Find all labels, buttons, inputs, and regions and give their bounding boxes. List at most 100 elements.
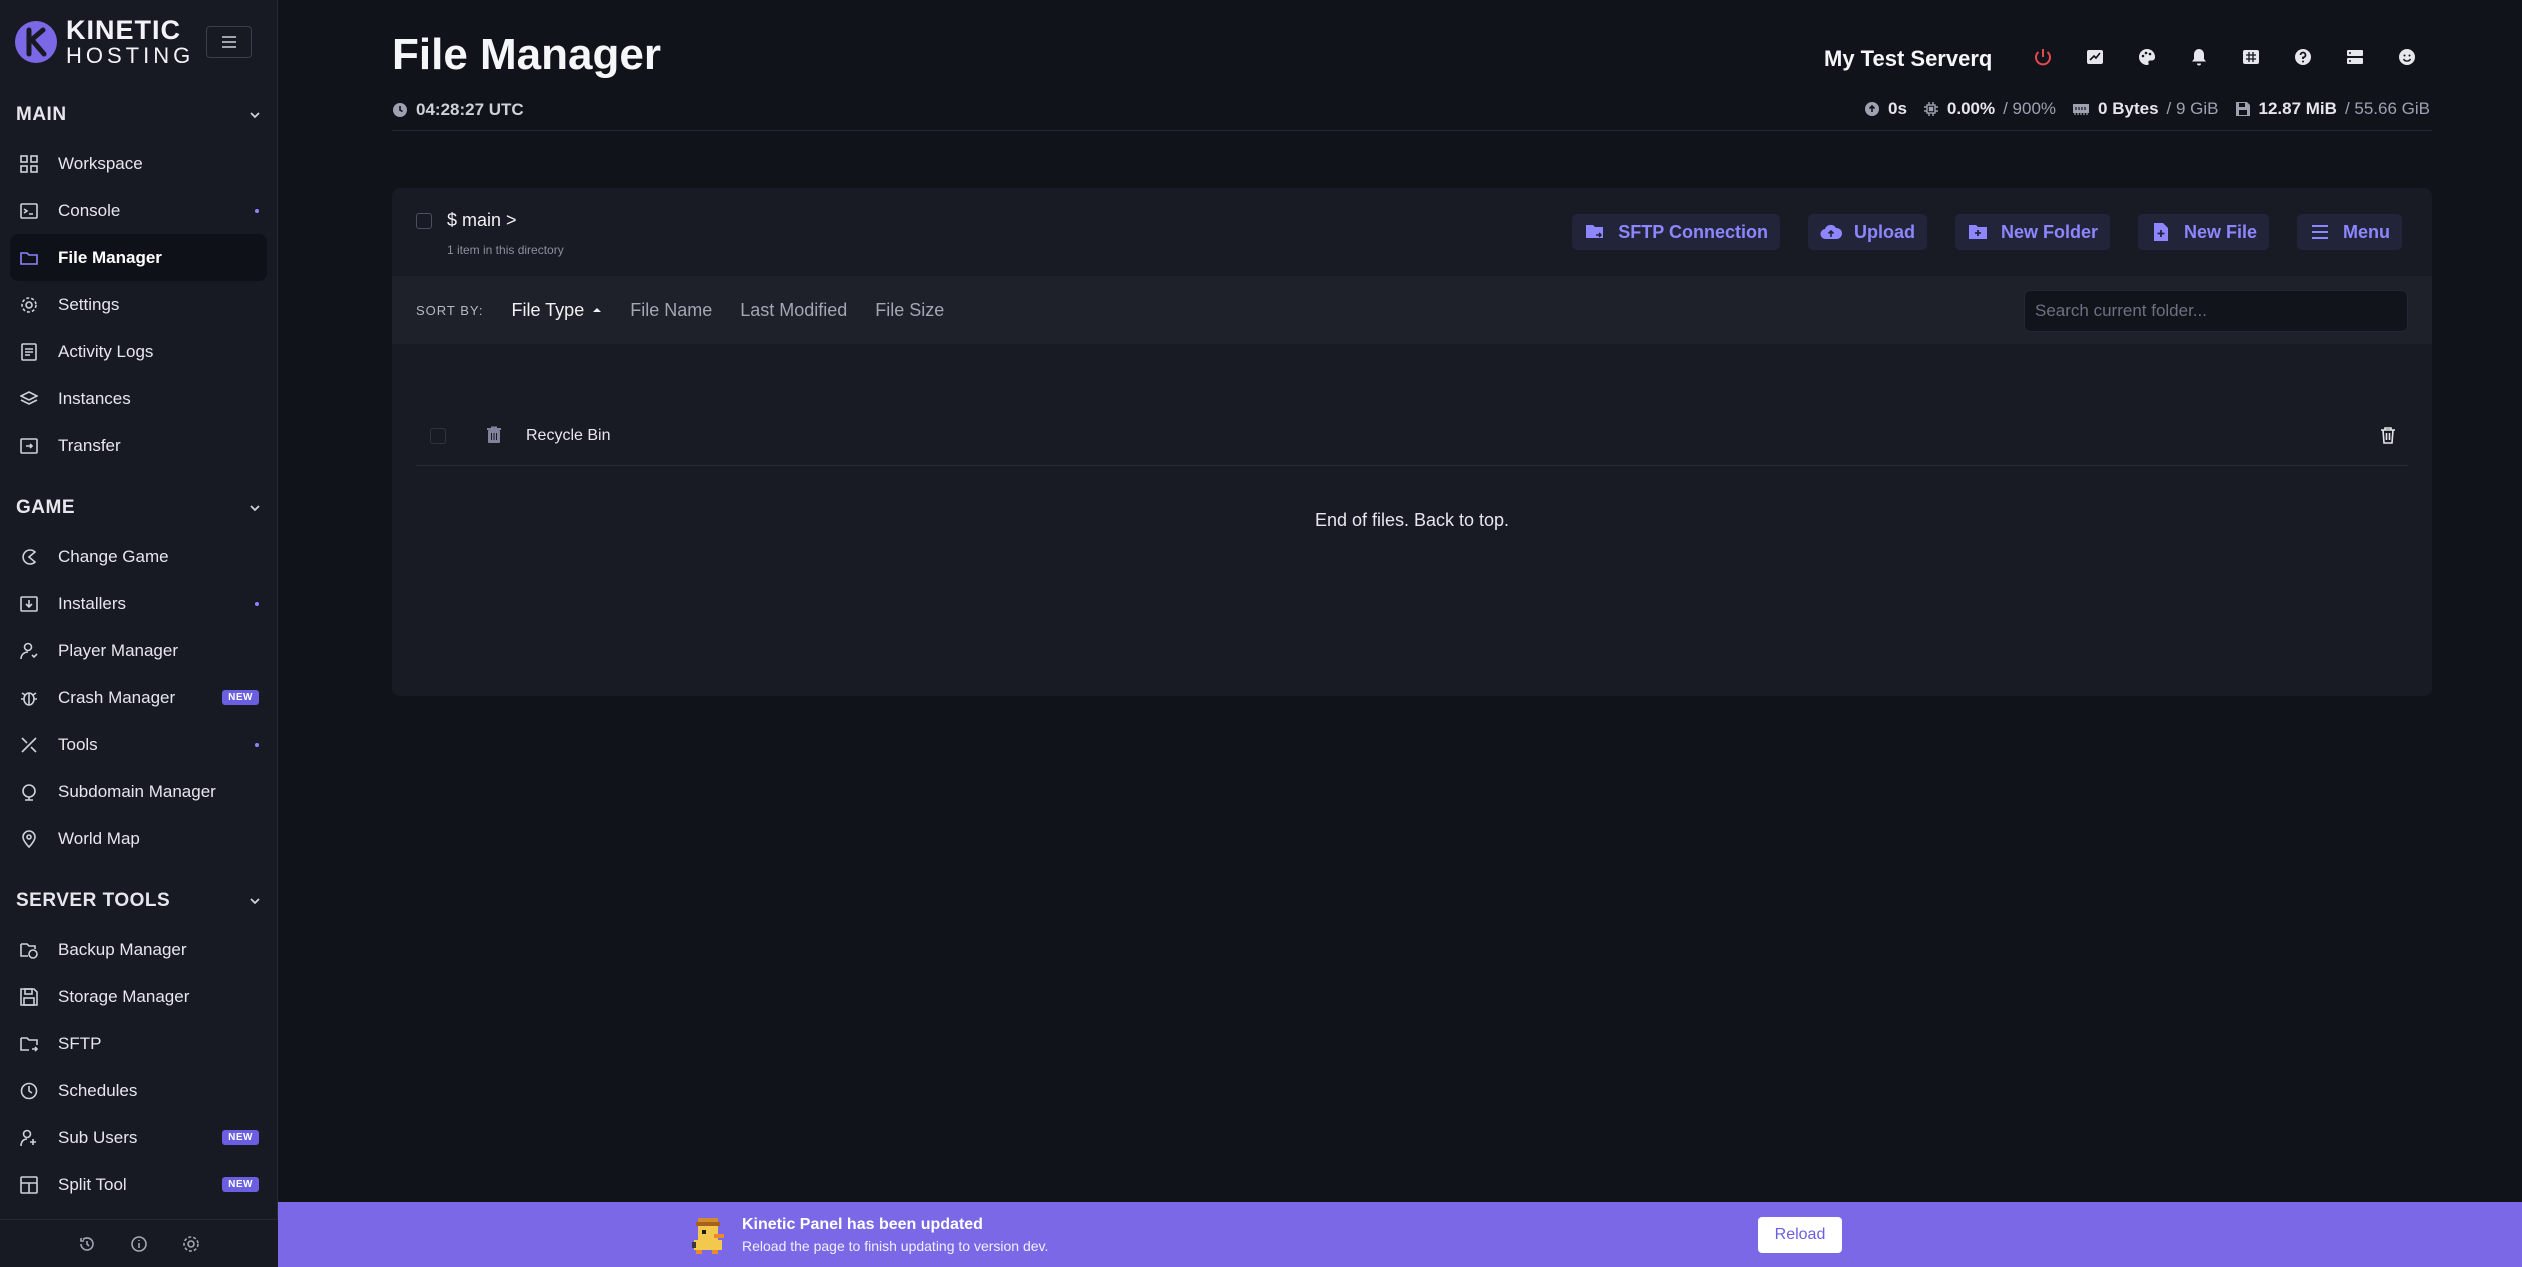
info-icon[interactable] — [129, 1234, 149, 1254]
sort-last-modified[interactable]: Last Modified — [740, 300, 847, 321]
menu-toggle-button[interactable] — [206, 26, 252, 58]
server-icon[interactable] — [2342, 44, 2368, 70]
palette-icon[interactable] — [2134, 44, 2160, 70]
sidebar-item-settings[interactable]: Settings — [10, 281, 267, 328]
sort-file-type[interactable]: File Type — [512, 300, 603, 321]
sidebar-item-backup-manager[interactable]: Backup Manager — [10, 926, 267, 973]
user-avatar-icon[interactable] — [2394, 44, 2420, 70]
sidebar-item-crash-manager[interactable]: Crash Manager NEW — [10, 674, 267, 721]
file-row[interactable]: Recycle Bin — [416, 406, 2408, 466]
sidebar-footer — [0, 1219, 278, 1267]
file-manager-card: $ main > 1 item in this directory SFTP C… — [392, 188, 2432, 696]
sftp-connection-button[interactable]: SFTP Connection — [1572, 214, 1780, 250]
sidebar-item-workspace[interactable]: Workspace — [10, 140, 267, 187]
section-title: GAME — [16, 497, 75, 518]
sidebar-item-world-map[interactable]: World Map — [10, 815, 267, 862]
upload-button[interactable]: Upload — [1807, 214, 1927, 250]
page-title: File Manager — [392, 30, 661, 79]
hamburger-icon — [222, 36, 236, 48]
pacman-icon — [18, 546, 40, 568]
sort-option-label: File Type — [511, 299, 585, 320]
uptime-value: 0s — [1887, 99, 1907, 118]
section-game-header[interactable]: GAME — [0, 483, 277, 533]
split-icon — [18, 1174, 40, 1196]
sidebar-item-file-manager[interactable]: File Manager — [10, 234, 267, 281]
power-icon[interactable] — [2030, 44, 2056, 70]
sidebar-item-label: Installers — [58, 593, 127, 613]
history-icon[interactable] — [77, 1234, 97, 1254]
uptime-icon — [1864, 102, 1879, 116]
logo[interactable]: KINETIC HOSTING — [0, 0, 277, 84]
search-input[interactable] — [2024, 290, 2408, 332]
clock-icon — [393, 103, 407, 117]
disk-limit: / 55.66 GiB — [2344, 99, 2430, 118]
section-title: SERVER TOOLS — [16, 890, 171, 911]
delete-icon[interactable] — [2380, 426, 2396, 449]
select-all-checkbox[interactable] — [416, 213, 432, 229]
menu-button[interactable]: Menu — [2297, 214, 2402, 250]
sidebar-item-transfer[interactable]: Transfer — [10, 422, 267, 469]
row-checkbox[interactable] — [430, 428, 446, 444]
transfer-icon — [18, 435, 40, 457]
cpu-value: 0.00% — [1946, 99, 1996, 118]
banner-title: Kinetic Panel has been updated — [742, 1216, 983, 1233]
breadcrumb[interactable]: $ main > — [447, 210, 517, 231]
new-badge: NEW — [222, 1177, 259, 1192]
save-icon — [18, 986, 40, 1008]
disk-icon — [2235, 102, 2250, 116]
section-main-header[interactable]: MAIN — [0, 90, 277, 140]
calculator-icon[interactable] — [2238, 44, 2264, 70]
new-file-label: New File — [2183, 221, 2257, 242]
sidebar-item-label: Instances — [58, 388, 131, 408]
sidebar-item-instances[interactable]: Instances — [10, 375, 267, 422]
header-divider — [392, 130, 2432, 131]
bell-icon[interactable] — [2186, 44, 2212, 70]
sidebar-item-label: Storage Manager — [58, 986, 190, 1006]
sidebar-item-sftp[interactable]: SFTP — [10, 1020, 267, 1067]
sort-file-name[interactable]: File Name — [630, 300, 712, 321]
sidebar-item-storage-manager[interactable]: Storage Manager — [10, 973, 267, 1020]
sidebar-item-player-manager[interactable]: Player Manager — [10, 627, 267, 674]
sidebar-item-subdomain-manager[interactable]: Subdomain Manager — [10, 768, 267, 815]
chevron-down-icon — [250, 898, 260, 905]
banner-subtitle: Reload the page to finish updating to ve… — [742, 1238, 1049, 1254]
gear-icon[interactable] — [181, 1234, 201, 1254]
sidebar-item-tools[interactable]: Tools — [10, 721, 267, 768]
server-name: My Test Serverq — [1824, 46, 1993, 71]
sort-file-size[interactable]: File Size — [875, 300, 944, 321]
item-count: 1 item in this directory — [447, 243, 564, 257]
file-plus-icon — [2150, 221, 2172, 243]
sidebar-item-split-tool[interactable]: Split Tool NEW — [10, 1161, 267, 1208]
memory-value: 0 Bytes — [2098, 99, 2159, 118]
sidebar-item-label: Subdomain Manager — [58, 781, 216, 801]
sidebar-item-label: Transfer — [58, 435, 121, 455]
file-name: Recycle Bin — [526, 426, 611, 444]
section-server-tools-header[interactable]: SERVER TOOLS — [0, 876, 277, 926]
log-icon — [18, 341, 40, 363]
new-folder-button[interactable]: New Folder — [1954, 214, 2110, 250]
folder-sync-icon — [1584, 221, 1606, 243]
memory-stat: 0 Bytes / 9 GiB — [2072, 99, 2219, 119]
sidebar-item-sub-users[interactable]: Sub Users NEW — [10, 1114, 267, 1161]
sidebar-item-schedules[interactable]: Schedules — [10, 1067, 267, 1114]
help-icon[interactable] — [2290, 44, 2316, 70]
clock-icon — [18, 1080, 40, 1102]
header-toolbar — [2030, 44, 2420, 70]
layers-icon — [18, 388, 40, 410]
sidebar-item-label: Sub Users — [58, 1127, 138, 1147]
memory-limit: / 9 GiB — [2166, 99, 2219, 118]
update-banner: Kinetic Panel has been updated Reload th… — [278, 1202, 2522, 1267]
reload-button[interactable]: Reload — [1758, 1217, 1842, 1253]
chart-icon[interactable] — [2082, 44, 2108, 70]
sidebar-item-activity-logs[interactable]: Activity Logs — [10, 328, 267, 375]
sidebar-item-installers[interactable]: Installers — [10, 580, 267, 627]
chevron-down-icon — [250, 505, 260, 512]
folder-icon — [18, 247, 40, 269]
sidebar-item-console[interactable]: Console — [10, 187, 267, 234]
sidebar-item-change-game[interactable]: Change Game — [10, 533, 267, 580]
end-of-files-link[interactable]: End of files. Back to top. — [392, 510, 2432, 531]
main-nav: Workspace Console File Manager Settings … — [0, 140, 277, 469]
new-file-button[interactable]: New File — [2137, 214, 2269, 250]
status-dot — [255, 742, 259, 747]
download-box-icon — [18, 593, 40, 615]
